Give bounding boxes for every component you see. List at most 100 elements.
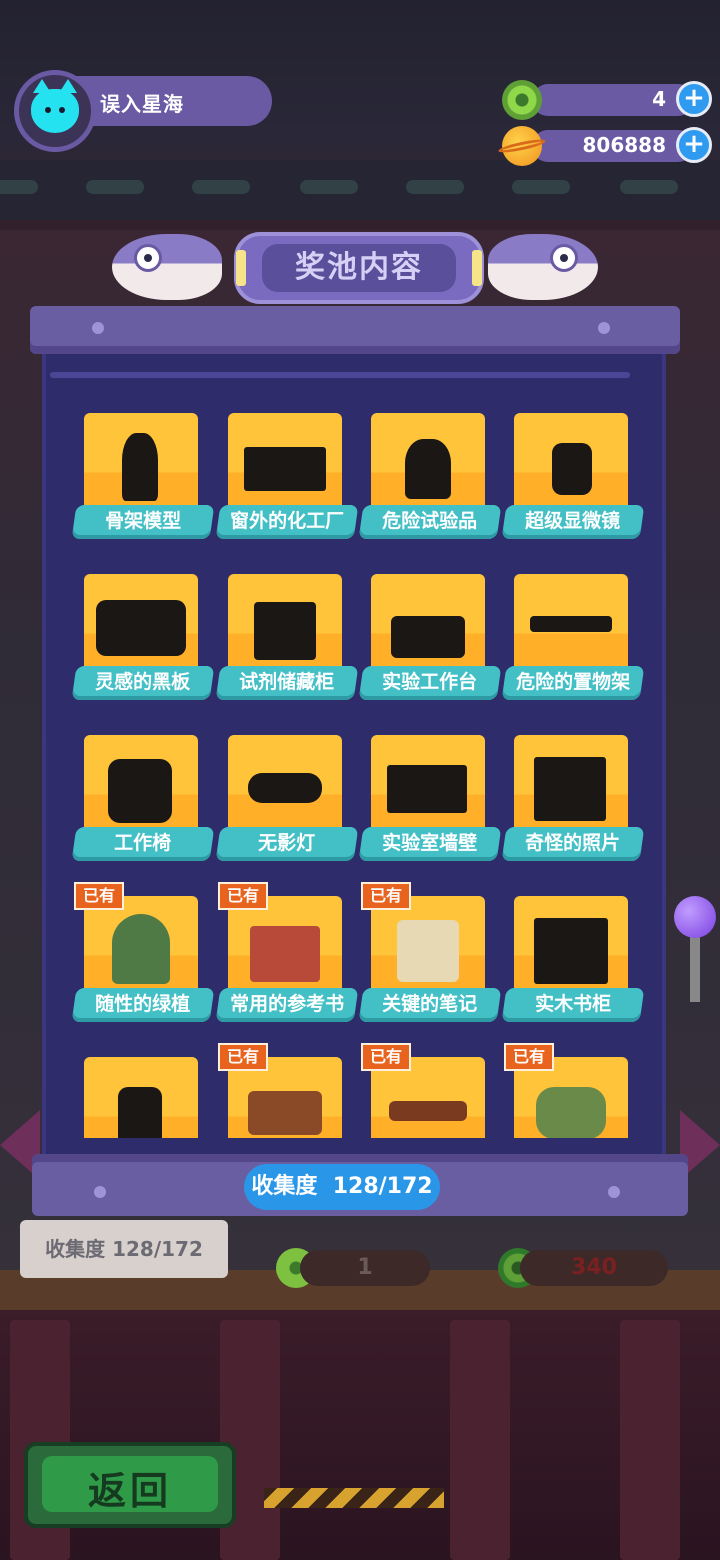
owned-badge: 已有 [504,1043,554,1071]
currency-donut: 4 + [502,80,712,120]
prize-item[interactable]: 实验室墙壁 [358,735,504,865]
lever-ball-icon [674,896,716,938]
prize-item[interactable]: 无影灯 [215,735,361,865]
modal-title: 奖池内容 [295,250,423,285]
item-label: 危险的置物架 [501,666,645,700]
fish-decoration-right [488,226,598,304]
avatar[interactable] [14,70,96,152]
prize-item[interactable] [74,1057,217,1138]
quill-notes-icon [397,920,459,982]
armchair-icon [536,1087,606,1138]
item-label-text: 关键的笔记 [382,993,478,1015]
specimen-jar-icon [405,439,451,499]
lever-stick [690,932,700,1002]
item-label-text: 工作椅 [114,832,172,854]
add-donut-button[interactable]: + [676,81,712,117]
item-label-text: 超级显微镜 [525,510,621,532]
microscope-icon [552,443,592,495]
board-divider [50,372,630,378]
item-label-text: 奇怪的照片 [525,832,621,854]
back-button[interactable]: 返回 [24,1442,236,1528]
prize-item[interactable]: 危险的置物架 [501,574,647,704]
reagent-cabinet-icon [254,602,316,660]
background-collection-badge: 收集度 128/172 [20,1220,228,1278]
item-list-scroll[interactable]: 骨架模型 窗外的化工厂 危险试验品 超级显微镜灵感的黑板 试剂储藏柜 实验工作台 危险的置物… [60,400,660,1138]
collection-progress: 收集度 128/172 [244,1164,440,1210]
hazard-stripe [264,1488,444,1508]
skeleton-model-icon [122,433,158,501]
item-label-text: 实验室墙壁 [382,832,478,854]
background-counter-a: 1 [300,1250,430,1286]
item-label-text: 危险的置物架 [516,671,631,693]
item-label: 危险试验品 [358,505,502,539]
drawer-cabinet-icon [248,1091,322,1135]
prize-item[interactable]: 已有 [361,1043,504,1138]
fish-decoration-left [112,226,222,304]
chemical-factory-window-icon [244,447,326,491]
back-button-label: 返回 [87,1469,172,1513]
wooden-bench-icon [389,1101,467,1121]
item-label-text: 无影灯 [258,832,316,854]
prize-item[interactable]: 灵感的黑板 [71,574,217,704]
board-top-rail [30,306,680,354]
item-label: 无影灯 [215,827,359,861]
background-collection-value: 128/172 [112,1237,203,1261]
prize-item[interactable]: 关键的笔记 已有 [358,882,504,1026]
item-label-text: 灵感的黑板 [95,671,191,693]
blackboard-icon [96,600,186,656]
item-label: 随性的绿植 [71,988,215,1022]
background-counter-b: 340 [520,1250,668,1286]
photo-frame-icon [534,757,606,821]
prize-item[interactable]: 随性的绿植 已有 [71,882,217,1026]
item-label-text: 实木书柜 [535,993,612,1015]
item-card [84,1057,198,1138]
coin-count: 806888 [582,133,667,157]
item-label-text: 危险试验品 [382,510,478,532]
prize-item[interactable]: 超级显微镜 [501,413,647,543]
item-label: 实验工作台 [358,666,502,700]
owned-badge: 已有 [74,882,124,910]
prize-item[interactable]: 奇怪的照片 [501,735,647,865]
item-label-text: 常用的参考书 [230,993,345,1015]
item-label: 超级显微镜 [501,505,645,539]
potted-plant-icon [112,914,170,984]
prize-item[interactable]: 危险试验品 [358,413,504,543]
prize-item[interactable]: 窗外的化工厂 [215,413,361,543]
lab-workbench-icon [391,616,465,658]
prize-item[interactable]: 常用的参考书 已有 [215,882,361,1026]
item-label: 实木书柜 [501,988,645,1022]
collection-label: 收集度 [251,1174,318,1199]
currency-coin: 806888 + [502,126,712,166]
prize-item[interactable]: 工作椅 [71,735,217,865]
item-label-text: 随性的绿植 [95,993,191,1015]
lab-wall-icon [387,765,467,813]
bookcase-icon [534,918,608,984]
item-label: 窗外的化工厂 [215,505,359,539]
item-label-text: 试剂储藏柜 [239,671,335,693]
book-stack-icon [250,926,320,982]
background-pillar [450,1320,510,1560]
item-label: 灵感的黑板 [71,666,215,700]
add-coin-button[interactable]: + [676,127,712,163]
item-label: 关键的笔记 [358,988,502,1022]
item-label: 试剂储藏柜 [215,666,359,700]
prize-item[interactable]: 实木书柜 [501,896,647,1026]
item-label: 奇怪的照片 [501,827,645,861]
owned-badge: 已有 [361,882,411,910]
player-profile[interactable]: 误入星海 [14,70,272,152]
prize-item[interactable]: 已有 [218,1043,361,1138]
prize-item[interactable]: 已有 [504,1043,647,1138]
owned-badge: 已有 [361,1043,411,1071]
prize-item[interactable]: 实验工作台 [358,574,504,704]
planet-coin-icon [502,126,542,166]
prize-item[interactable]: 试剂储藏柜 [215,574,361,704]
item-label: 常用的参考书 [215,988,359,1022]
donut-icon [502,80,542,120]
background-rail [0,160,720,220]
prize-item[interactable]: 骨架模型 [71,413,217,543]
item-label-text: 骨架模型 [105,510,182,532]
donut-count: 4 [652,87,666,111]
shelf-icon [530,616,612,632]
item-label: 工作椅 [71,827,215,861]
owned-badge: 已有 [218,882,268,910]
